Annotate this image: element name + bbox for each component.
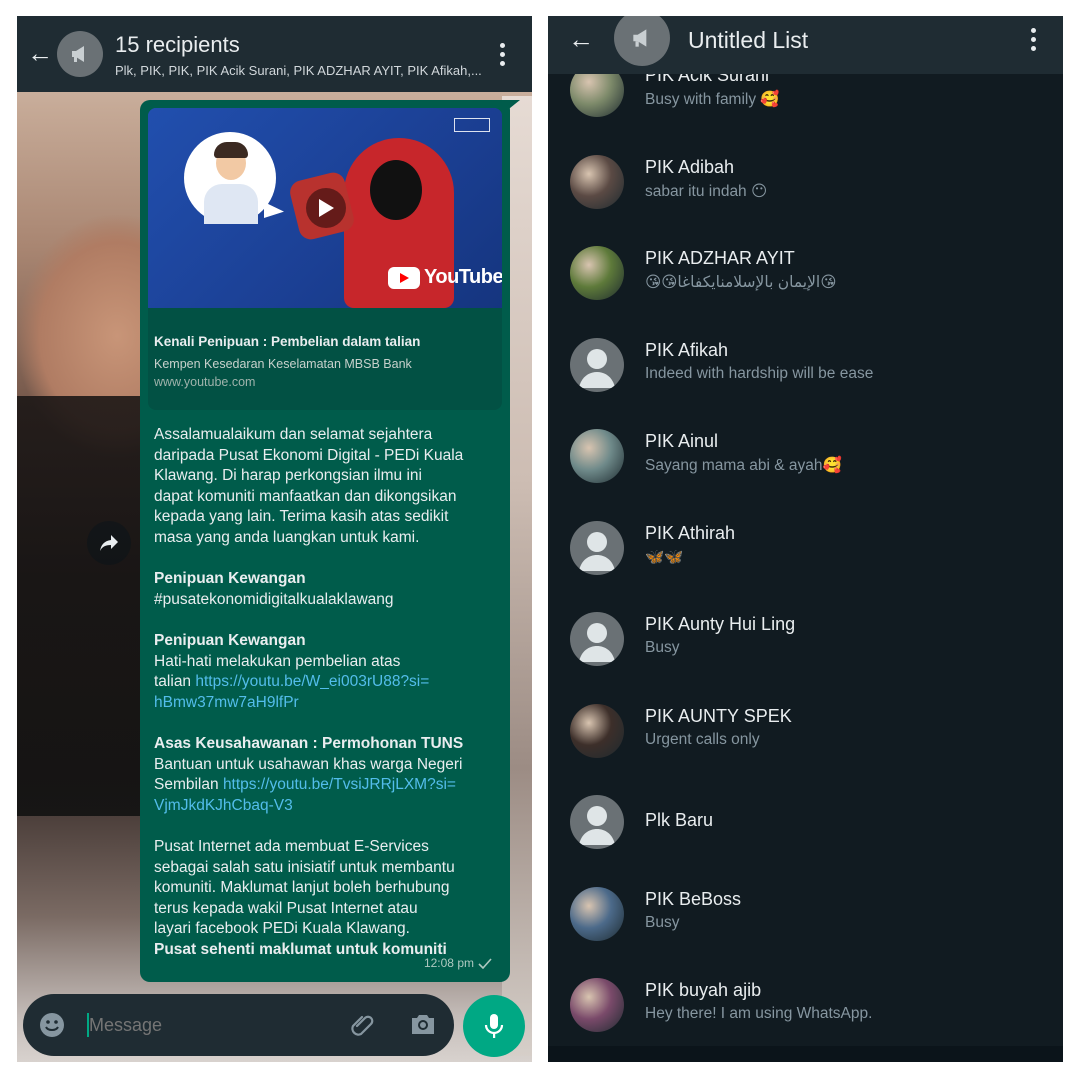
contact-avatar[interactable] <box>570 612 624 666</box>
message-timestamp: 12:08 pm <box>424 956 492 970</box>
contact-status: Busy <box>645 639 680 656</box>
list-avatar[interactable] <box>614 16 670 66</box>
contact-status: Indeed with hardship will be ease <box>645 364 874 382</box>
broadcast-chat-screen: ← 15 recipients Plk, PIK, PIK, PIK Acik … <box>17 16 532 1062</box>
contact-status: sabar itu indah 😶 <box>645 182 768 200</box>
youtube-link-2-cont[interactable]: VjmJkdKJhCbaq-V3 <box>154 797 293 814</box>
contact-name: PIK ADZHAR AYIT <box>645 248 795 268</box>
list-header: ← Untitled List <box>548 16 1063 74</box>
microphone-icon <box>484 1014 504 1038</box>
default-person-icon <box>579 806 615 845</box>
contact-name: PIK Afikah <box>645 339 729 360</box>
megaphone-icon <box>72 46 84 62</box>
list-item[interactable]: PIK BeBoss Busy <box>548 886 1063 978</box>
contact-status: Hey there! I am using WhatsApp. <box>645 1005 873 1022</box>
default-person-icon <box>579 623 615 662</box>
message-bubble[interactable]: YouTube Kenali Penipuan : Pembelian dala… <box>140 100 510 982</box>
contact-name: Plk Baru <box>645 810 714 830</box>
forward-arrow-icon <box>100 535 118 551</box>
contact-name: PIK BeBoss <box>645 888 742 909</box>
preview-title: Kenali Penipuan : Pembelian dalam talian <box>154 334 421 349</box>
youtube-logo: YouTube <box>388 266 502 289</box>
broadcast-list-screen: ← Untitled List PIK Acik Surani Busy with… <box>548 16 1063 1062</box>
youtube-play-icon <box>388 266 420 289</box>
contact-status: Sayang mama abi & ayah🥰 <box>645 457 842 474</box>
menu-kebab-icon[interactable] <box>1030 28 1036 51</box>
broadcast-title[interactable]: 15 recipients <box>115 32 240 58</box>
contact-avatar[interactable] <box>570 520 624 575</box>
list-title[interactable]: Untitled List <box>688 27 808 54</box>
youtube-link-2[interactable]: https://youtu.be/TvsiJRRjLXM?si= <box>223 776 456 793</box>
contact-name: PIK Adibah <box>645 156 735 177</box>
list-item[interactable]: PIK AUNTY SPEK Urgent calls only <box>548 703 1063 795</box>
list-item[interactable]: Plk Baru <box>548 795 1063 886</box>
preview-url: www.youtube.com <box>154 375 256 389</box>
contact-avatar[interactable] <box>570 978 624 1032</box>
list-item[interactable]: PIK Ainul Sayang mama abi & ayah🥰 <box>548 429 1063 520</box>
back-arrow-icon[interactable]: ← <box>27 40 53 66</box>
contact-name: PIK buyah ajib <box>645 980 762 1000</box>
preview-description: Kempen Kesedaran Keselamatan MBSB Bank <box>154 357 412 371</box>
contact-status: Busy with family 🥰 <box>645 91 780 108</box>
contact-avatar[interactable] <box>570 703 624 758</box>
contact-name: PIK Aunty Hui Ling <box>645 614 796 634</box>
list-item[interactable]: PIK Adibah sabar itu indah 😶 <box>548 154 1063 246</box>
play-button-icon[interactable] <box>306 188 346 228</box>
youtube-link-1[interactable]: https://youtu.be/W_ei003rU88?si= <box>195 673 429 690</box>
megaphone-icon <box>633 29 647 47</box>
contact-status: Urgent calls only <box>645 730 760 748</box>
message-text: Assalamualaikum dan selamat sejahtera da… <box>154 426 464 958</box>
link-preview-card[interactable]: YouTube Kenali Penipuan : Pembelian dala… <box>148 108 502 410</box>
broadcast-avatar[interactable] <box>57 31 103 77</box>
attach-paperclip-icon[interactable] <box>349 1011 377 1039</box>
camera-icon[interactable] <box>409 1011 437 1037</box>
list-item[interactable]: PIK Acik Surani Busy with family 🥰 <box>548 63 1063 154</box>
contact-avatar[interactable] <box>570 429 624 483</box>
mbsb-logo <box>454 118 490 132</box>
menu-kebab-icon[interactable] <box>499 43 505 66</box>
video-thumbnail[interactable]: YouTube <box>148 108 502 308</box>
contact-status: 🦋🦋 <box>645 548 684 566</box>
default-person-icon <box>579 348 615 388</box>
contact-avatar[interactable] <box>570 886 624 941</box>
message-input[interactable] <box>89 1009 339 1041</box>
contact-avatar[interactable] <box>570 337 624 392</box>
forward-button[interactable] <box>87 521 131 565</box>
list-item[interactable]: PIK Aunty Hui Ling Busy <box>548 612 1063 703</box>
list-item[interactable]: PIK ADZHAR AYIT 😘😘الإيمان بالإسلامنايكفاغ… <box>548 246 1063 337</box>
contact-name: PIK Ainul <box>645 431 719 451</box>
list-item[interactable]: PIK Athirah 🦋🦋 <box>548 520 1063 612</box>
message-input-bar[interactable] <box>23 994 454 1056</box>
default-person-icon <box>579 531 615 571</box>
chat-header: ← 15 recipients Plk, PIK, PIK, PIK Acik … <box>17 16 532 92</box>
back-arrow-icon[interactable]: ← <box>568 26 594 52</box>
emoji-icon[interactable] <box>39 1012 65 1038</box>
mic-button[interactable] <box>463 995 525 1057</box>
list-item[interactable]: PIK Afikah Indeed with hardship will be e… <box>548 337 1063 429</box>
contact-status: Busy <box>645 913 680 931</box>
single-check-icon <box>478 957 492 969</box>
recipients-list[interactable]: Plk, PIK, PIK, PIK Acik Surani, PIK ADZH… <box>115 63 482 78</box>
contact-name: PIK AUNTY SPEK <box>645 705 792 726</box>
contact-avatar[interactable] <box>570 246 624 300</box>
contact-status: 😘😘الإيمان بالإسلامنايكفاغا😘 <box>645 274 837 291</box>
contact-avatar[interactable] <box>570 795 624 849</box>
contact-avatar[interactable] <box>570 154 624 209</box>
contact-name: PIK Athirah <box>645 522 736 543</box>
youtube-link-1-cont[interactable]: hBmw37mw7aH9lfPr <box>154 694 299 711</box>
